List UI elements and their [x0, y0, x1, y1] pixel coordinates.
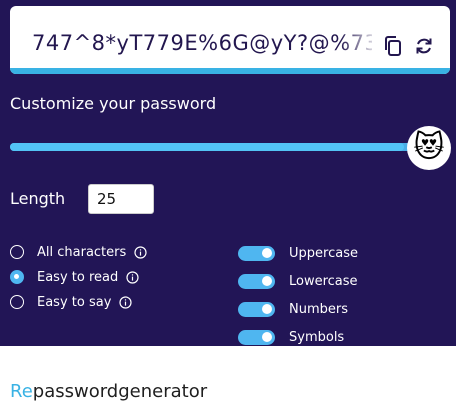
toggle-label: Lowercase — [289, 273, 358, 289]
toggle-numbers[interactable]: Numbers — [238, 300, 348, 318]
toggle-switch[interactable] — [238, 301, 275, 317]
info-icon[interactable] — [119, 295, 133, 309]
slider-thumb[interactable]: 😻 — [407, 126, 451, 170]
radio-button[interactable] — [10, 245, 24, 259]
toggle-symbols[interactable]: Symbols — [238, 328, 344, 346]
generator-panel: 747^8*yT779E%6G@yY?@%739j Customize your… — [0, 0, 456, 346]
cat-heart-eyes-icon: 😻 — [413, 130, 445, 165]
radio-button-checked[interactable] — [10, 270, 24, 284]
slider-fill — [10, 143, 404, 151]
radio-label: Easy to say — [37, 294, 112, 310]
refresh-icon[interactable] — [413, 35, 435, 57]
toggle-switch[interactable] — [238, 245, 275, 261]
brand-accent: Re — [10, 381, 33, 402]
copy-icon[interactable] — [382, 35, 404, 57]
brand-logo: Repasswordgenerator — [10, 381, 207, 402]
toggle-label: Numbers — [289, 301, 348, 317]
info-icon[interactable] — [126, 270, 139, 284]
radio-button[interactable] — [10, 295, 24, 309]
toggle-switch[interactable] — [238, 329, 275, 345]
radio-easy-to-read[interactable]: Easy to read — [10, 268, 139, 286]
length-input[interactable] — [88, 184, 154, 214]
toggle-label: Uppercase — [289, 245, 358, 261]
toggle-switch[interactable] — [238, 273, 275, 289]
toggle-lowercase[interactable]: Lowercase — [238, 272, 358, 290]
radio-easy-to-say[interactable]: Easy to say — [10, 293, 133, 311]
toggle-uppercase[interactable]: Uppercase — [238, 244, 358, 262]
radio-label: Easy to read — [37, 269, 119, 285]
password-fade — [340, 24, 380, 60]
info-icon[interactable] — [134, 245, 147, 259]
brand-name: passwordgenerator — [32, 381, 208, 402]
toggle-label: Symbols — [289, 329, 345, 345]
password-strength-bar — [10, 68, 450, 74]
radio-all-characters[interactable]: All characters — [10, 243, 147, 261]
customize-title: Customize your password — [10, 94, 217, 113]
password-text[interactable]: 747^8*yT779E%6G@yY?@%739j — [32, 28, 372, 58]
length-label: Length — [10, 189, 66, 208]
password-display: 747^8*yT779E%6G@yY?@%739j — [10, 6, 450, 74]
length-slider[interactable] — [10, 143, 420, 151]
radio-label: All characters — [37, 244, 127, 260]
